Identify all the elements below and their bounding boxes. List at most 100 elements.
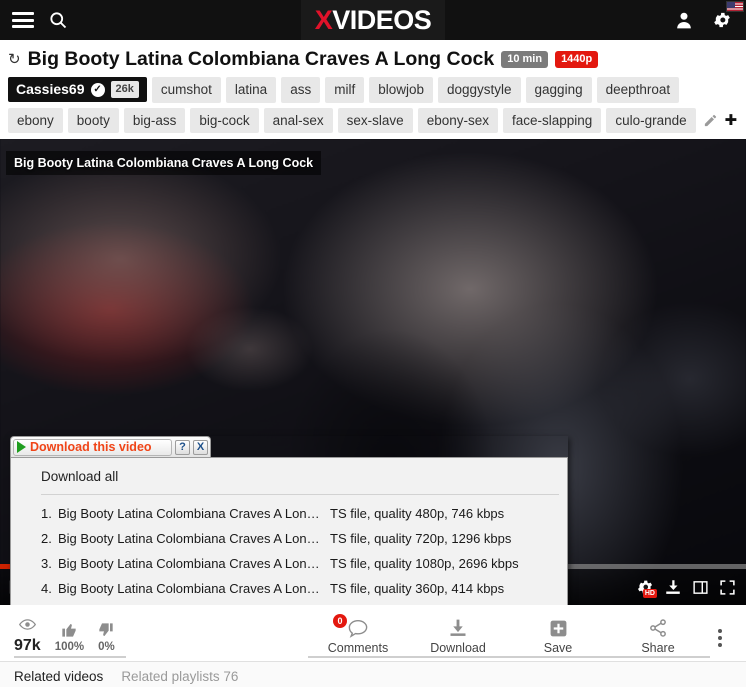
nav-left-group: [0, 10, 68, 30]
dialog-titlebar[interactable]: Download this video ? X: [10, 436, 211, 458]
thumbs-up-icon[interactable]: [61, 619, 77, 641]
kebab-more-icon[interactable]: [708, 629, 732, 661]
tag-item[interactable]: ass: [281, 77, 321, 103]
download-list-item[interactable]: 5. Big Booty Latina Colombiana Craves A …: [11, 601, 567, 605]
tag-item[interactable]: latina: [225, 77, 277, 103]
item-meta: TS file, quality 360p, 414 kbps: [330, 581, 505, 597]
dialog-help-button[interactable]: ?: [175, 439, 190, 455]
user-account-icon[interactable]: [674, 10, 694, 30]
tab-related-playlists[interactable]: Related playlists 76: [121, 669, 238, 684]
item-number: 4.: [41, 581, 52, 597]
dislike-percent: 0%: [98, 641, 115, 654]
save-button[interactable]: Save: [508, 615, 608, 661]
share-button[interactable]: Share: [608, 615, 708, 661]
tag-item[interactable]: blowjob: [369, 77, 433, 103]
tag-item[interactable]: ebony-sex: [417, 107, 498, 134]
tag-item[interactable]: milf: [325, 77, 365, 103]
save-plus-icon: [549, 615, 568, 641]
player-title-overlay: Big Booty Latina Colombiana Craves A Lon…: [6, 151, 322, 176]
item-name: Big Booty Latina Colombiana Craves A Lon…: [58, 556, 320, 572]
item-name: Big Booty Latina Colombiana Craves A Lon…: [58, 531, 320, 547]
item-number: 2.: [41, 531, 52, 547]
share-label: Share: [641, 641, 675, 656]
like-percent: 100%: [54, 641, 85, 654]
views-stat: 97k: [14, 614, 41, 655]
video-action-bar: 97k 100% 0% 0 Comments Download Save Sha…: [0, 605, 746, 662]
dialog-title-group: Download this video: [13, 438, 172, 456]
views-count: 97k: [14, 636, 41, 654]
dialog-close-button[interactable]: X: [193, 439, 208, 455]
item-meta: TS file, quality 720p, 1296 kbps: [330, 531, 512, 547]
tag-item[interactable]: culo-grande: [606, 107, 696, 134]
tag-item[interactable]: big-ass: [123, 107, 186, 134]
tab-related-videos[interactable]: Related videos: [14, 669, 103, 684]
settings-hd-icon[interactable]: HD: [636, 578, 657, 599]
download-button[interactable]: Download: [408, 615, 508, 661]
stats-underline: [14, 656, 126, 659]
gear-icon[interactable]: [712, 10, 732, 30]
comments-label: Comments: [327, 641, 389, 656]
item-meta: TS file, quality 1080p, 2696 kbps: [330, 556, 519, 572]
download-label: Download: [430, 641, 486, 656]
quality-badge: 1440p: [555, 51, 599, 68]
tag-item[interactable]: doggystyle: [437, 77, 521, 103]
hamburger-menu-icon[interactable]: [12, 12, 34, 28]
video-stats-group: 97k 100% 0%: [0, 614, 115, 661]
tag-item[interactable]: face-slapping: [503, 107, 602, 134]
refresh-icon[interactable]: ↻: [8, 52, 21, 67]
tag-item[interactable]: sex-slave: [337, 107, 413, 134]
download-list-item[interactable]: 3. Big Booty Latina Colombiana Craves A …: [11, 551, 567, 576]
tag-item[interactable]: ebony: [8, 107, 63, 134]
dislike-stat[interactable]: 0%: [98, 619, 115, 655]
download-icon[interactable]: [664, 578, 682, 596]
eye-views-icon: [18, 614, 36, 636]
us-flag-icon[interactable]: [726, 1, 744, 12]
tag-item[interactable]: anal-sex: [263, 107, 333, 134]
fullscreen-icon[interactable]: [719, 579, 736, 596]
theater-mode-icon[interactable]: [692, 579, 709, 596]
video-player[interactable]: Big Booty Latina Colombiana Craves A Lon…: [0, 139, 746, 606]
action-buttons-group: 0 Comments Download Save Share: [308, 614, 746, 661]
player-right-controls: HD: [636, 578, 738, 599]
download-list-item[interactable]: 4. Big Booty Latina Colombiana Craves A …: [11, 576, 567, 601]
item-name: Big Booty Latina Colombiana Craves A Lon…: [58, 581, 320, 597]
uploader-badge[interactable]: Cassies69 ✓ 26k: [8, 77, 147, 103]
actions-underline: [308, 656, 710, 659]
like-stat[interactable]: 100%: [55, 619, 84, 655]
pencil-edit-icon[interactable]: [703, 113, 718, 128]
tag-item[interactable]: big-cock: [190, 107, 259, 134]
green-play-icon: [17, 441, 26, 454]
plus-add-tag-icon[interactable]: ✚: [725, 111, 738, 129]
tag-list: Cassies69 ✓ 26k cumshot latina ass milf …: [0, 73, 746, 139]
page-title: Big Booty Latina Colombiana Craves A Lon…: [27, 48, 495, 70]
duration-badge: 10 min: [501, 51, 549, 68]
dialog-body: Download all 1. Big Booty Latina Colombi…: [10, 457, 568, 606]
tag-item[interactable]: deepthroat: [596, 77, 680, 103]
subscriber-count: 26k: [110, 81, 139, 99]
download-all-button[interactable]: Download all: [11, 467, 567, 494]
comments-button[interactable]: 0 Comments: [308, 614, 408, 661]
download-icon: [448, 615, 468, 641]
nav-right-group: [674, 10, 746, 30]
tag-item[interactable]: gagging: [525, 77, 592, 103]
comments-count-badge: 0: [333, 614, 347, 629]
site-logo[interactable]: X VIDEOS: [0, 0, 746, 40]
tag-item[interactable]: booty: [67, 107, 119, 134]
item-number: 1.: [41, 506, 52, 522]
thumbs-down-icon[interactable]: [98, 619, 114, 641]
item-name: Big Booty Latina Colombiana Craves A Lon…: [58, 506, 320, 522]
top-navigation-bar: X VIDEOS: [0, 0, 746, 40]
logo-text: VIDEOS: [332, 4, 432, 35]
comment-bubble-icon: 0: [333, 614, 369, 641]
download-video-dialog[interactable]: Download this video ? X Download all 1. …: [10, 436, 568, 606]
uploader-name: Cassies69: [16, 81, 85, 98]
logo-x: X: [314, 4, 333, 35]
related-tabs-bar: Related videos Related playlists 76: [0, 661, 746, 687]
dialog-title: Download this video: [30, 440, 152, 455]
tag-item[interactable]: cumshot: [151, 77, 221, 103]
search-icon[interactable]: [48, 10, 68, 30]
share-icon: [648, 615, 668, 641]
download-list-item[interactable]: 1. Big Booty Latina Colombiana Craves A …: [11, 501, 567, 526]
download-list-item[interactable]: 2. Big Booty Latina Colombiana Craves A …: [11, 526, 567, 551]
hd-badge: HD: [642, 588, 657, 599]
